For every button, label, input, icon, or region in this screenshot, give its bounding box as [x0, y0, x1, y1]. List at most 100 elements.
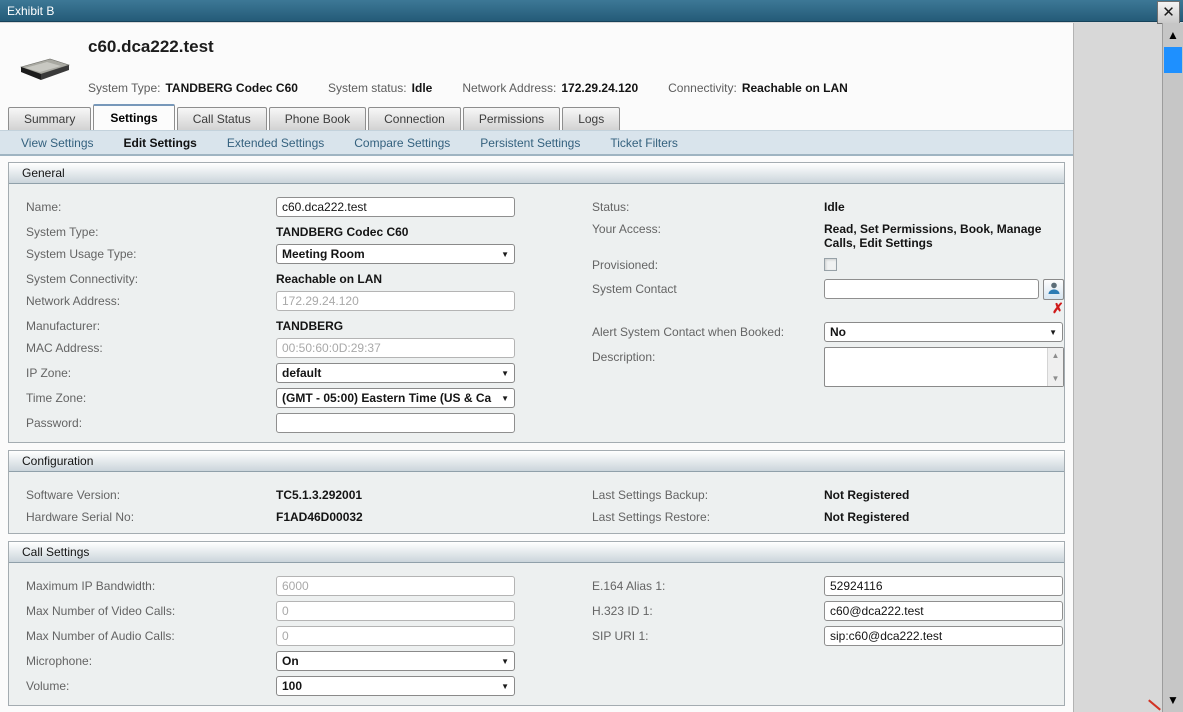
system-header: c60.dca222.test System Type:TANDBERG Cod… [0, 23, 1073, 104]
system-connectivity-label: System Connectivity: [26, 269, 276, 286]
hardware-serial-no-label: Hardware Serial No: [26, 507, 276, 524]
subtab-compare-settings[interactable]: Compare Settings [339, 136, 465, 150]
info-item: System status:Idle [328, 81, 432, 95]
network-address-field [276, 291, 584, 311]
max-video-calls-field [276, 601, 584, 621]
field-row-alert-system-contact: Alert System Contact when Booked:No▼ [592, 322, 1073, 342]
mac-address-field [276, 338, 584, 358]
tab-summary[interactable]: Summary [8, 107, 91, 130]
section-call-settings-title: Call Settings [9, 542, 1064, 563]
field-row-e164-alias-1: E.164 Alias 1: [592, 576, 1073, 596]
info-item: Network Address:172.29.24.120 [462, 81, 638, 95]
microphone-select[interactable]: On▼ [276, 651, 515, 671]
field-row-maximum-ip-bandwidth: Maximum IP Bandwidth: [26, 576, 584, 596]
close-button[interactable]: ✕ [1157, 1, 1180, 24]
field-row-last-settings-restore: Last Settings Restore:Not Registered [592, 507, 1073, 524]
scrollbar-up-button[interactable]: ▲ [1163, 25, 1183, 45]
password-field [276, 413, 584, 433]
tab-logs[interactable]: Logs [562, 107, 620, 130]
clear-contact-icon[interactable]: ✗ [1052, 301, 1064, 315]
close-icon: ✕ [1162, 5, 1175, 20]
ip-zone-select[interactable]: default▼ [276, 363, 515, 383]
person-icon [1047, 281, 1061, 298]
info-item: Connectivity:Reachable on LAN [668, 81, 848, 95]
password-label: Password: [26, 413, 276, 433]
field-row-system-type: System Type:TANDBERG Codec C60 [26, 222, 584, 239]
last-settings-backup-field: Not Registered [824, 485, 1073, 502]
subtab-edit-settings[interactable]: Edit Settings [109, 136, 212, 150]
password-input[interactable] [276, 413, 515, 433]
system-usage-type-label: System Usage Type: [26, 244, 276, 264]
field-row-manufacturer: Manufacturer:TANDBERG [26, 316, 584, 333]
alert-system-contact-selected-value: No [830, 325, 1045, 339]
subtab-view-settings[interactable]: View Settings [6, 136, 109, 150]
chevron-down-icon: ▼ [501, 657, 509, 666]
window-titlebar: Exhibit B [0, 0, 1183, 22]
name-input[interactable] [276, 197, 515, 217]
max-audio-calls-label: Max Number of Audio Calls: [26, 626, 276, 646]
spinner-up-icon: ▲ [1052, 351, 1060, 360]
system-usage-type-select[interactable]: Meeting Room▼ [276, 244, 515, 264]
section-general: General Name:System Type:TANDBERG Codec … [8, 162, 1065, 443]
section-configuration-title: Configuration [9, 451, 1064, 472]
network-address-input [276, 291, 515, 311]
h323-id-1-input[interactable] [824, 601, 1063, 621]
scrollbar-down-button[interactable]: ▼ [1163, 690, 1183, 710]
chevron-down-icon: ▼ [1049, 328, 1057, 337]
alert-system-contact-select[interactable]: No ▼ [824, 322, 1063, 342]
last-settings-backup-label: Last Settings Backup: [592, 485, 824, 502]
info-value: Reachable on LAN [742, 81, 848, 95]
last-settings-restore-label: Last Settings Restore: [592, 507, 824, 524]
spinner-arrows[interactable]: ▲▼ [1047, 348, 1063, 386]
tab-settings[interactable]: Settings [93, 104, 174, 130]
tab-call-status[interactable]: Call Status [177, 107, 267, 130]
your-access-value: Read, Set Permissions, Book, Manage Call… [824, 219, 1073, 250]
form-sections: General Name:System Type:TANDBERG Codec … [0, 158, 1073, 712]
sip-uri-1-input[interactable] [824, 626, 1063, 646]
field-row-provisioned: Provisioned: [592, 255, 1073, 274]
sip-uri-1-field [824, 626, 1073, 646]
e164-alias-1-field [824, 576, 1073, 596]
codec-device-icon [17, 55, 73, 86]
field-row-network-address: Network Address: [26, 291, 584, 311]
system-info-line: System Type: TANDBERG Codec C60 System sta… [88, 81, 878, 95]
field-row-ip-zone: IP Zone:default▼ [26, 363, 584, 383]
subtab-extended-settings[interactable]: Extended Settings [212, 136, 339, 150]
volume-select[interactable]: 100▼ [276, 676, 515, 696]
system-contact-input[interactable] [824, 279, 1039, 299]
sip-uri-1-label: SIP URI 1: [592, 626, 824, 646]
contact-lookup-button[interactable] [1043, 279, 1064, 300]
field-row-system-connectivity: System Connectivity:Reachable on LAN [26, 269, 584, 286]
e164-alias-1-input[interactable] [824, 576, 1063, 596]
subtab-persistent-settings[interactable]: Persistent Settings [465, 136, 595, 150]
manufacturer-value: TANDBERG [276, 316, 343, 333]
system-type-value: TANDBERG Codec C60 [276, 222, 408, 239]
network-address-label: Network Address: [26, 291, 276, 311]
description-textarea[interactable]: ▲▼ [824, 347, 1064, 387]
field-row-status: Status:Idle [592, 197, 1073, 214]
description-label: Description: [592, 347, 824, 387]
time-zone-label: Time Zone: [26, 388, 276, 408]
scrollbar-thumb[interactable] [1164, 47, 1182, 73]
chevron-down-icon: ▼ [501, 394, 509, 403]
system-connectivity-value: Reachable on LAN [276, 269, 382, 286]
info-label: System Type: [88, 81, 160, 95]
subtab-ticket-filters[interactable]: Ticket Filters [595, 136, 693, 150]
microphone-field: On▼ [276, 651, 584, 671]
time-zone-select[interactable]: (GMT - 05:00) Eastern Time (US & Ca▼ [276, 388, 515, 408]
info-label: Network Address: [462, 81, 556, 95]
red-pen-mark [1148, 699, 1161, 710]
arrow-down-icon: ▼ [1167, 693, 1179, 707]
system-type-field: TANDBERG Codec C60 [276, 222, 584, 239]
info-value: TANDBERG Codec C60 [165, 81, 297, 95]
tab-connection[interactable]: Connection [368, 107, 461, 130]
tab-phone-book[interactable]: Phone Book [269, 107, 366, 130]
vertical-scrollbar[interactable]: ▲ ▼ [1162, 23, 1183, 712]
field-row-max-video-calls: Max Number of Video Calls: [26, 601, 584, 621]
window-title: Exhibit B [7, 4, 54, 18]
field-row-max-audio-calls: Max Number of Audio Calls: [26, 626, 584, 646]
field-row-system-contact: System Contact✗ [592, 279, 1073, 317]
tab-permissions[interactable]: Permissions [463, 107, 560, 130]
provisioned-checkbox[interactable] [824, 258, 837, 271]
field-row-time-zone: Time Zone:(GMT - 05:00) Eastern Time (US… [26, 388, 584, 408]
